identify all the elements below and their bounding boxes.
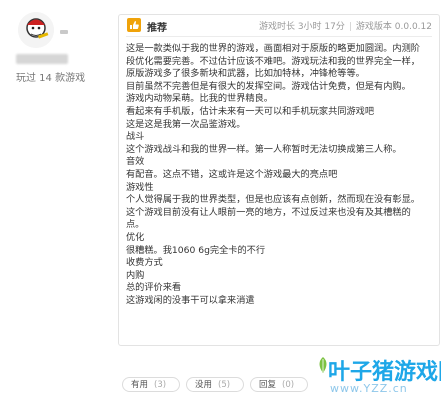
review-line: 目前虽然不完善但是有很大的发挥空间。游戏估计免费，但是有内购。 — [126, 80, 411, 92]
playtime: 游戏时长 3小时 17分 — [258, 22, 345, 32]
recommend-badge: 推荐 — [147, 23, 167, 34]
review-line: 这个游戏战斗和我的世界一样。第一人称暂时无法切换成第三人称。 — [126, 143, 402, 155]
review-line: 音效 — [126, 156, 145, 168]
useless-button[interactable]: 没用 (5) — [186, 377, 244, 392]
reply-count: (0) — [282, 380, 295, 390]
reviewer-panel: 玩过 14 款游戏 — [0, 0, 112, 400]
review-line: 段优化需要完善。不过估计应该不难吧。游戏玩法和我的世界完全一样， — [126, 55, 420, 67]
review-line: 这是一款类似于我的世界的游戏，画面相对于原版的略更加圆润。内测阶 — [126, 43, 420, 54]
useful-label: 有用 — [131, 380, 149, 390]
watermark-url: www.YZZ.cn — [330, 382, 408, 395]
review-line: 点。 — [126, 219, 145, 231]
reply-button[interactable]: 回复 (0) — [250, 377, 308, 392]
username-redacted — [16, 54, 68, 64]
review-line: 战斗 — [126, 131, 145, 143]
review-line: 总的评价来看 — [126, 282, 182, 294]
review-meta: 游戏时长 3小时 17分 | 游戏版本 0.0.0.12 — [259, 19, 432, 32]
site-watermark: 叶子猪游戏网 www.YZZ.cn — [316, 354, 441, 398]
games-played-count: 玩过 14 款游戏 — [16, 73, 86, 84]
avatar-image-icon — [18, 12, 54, 48]
review-line: 这个游戏目前没有让人眼前一亮的地方，不过反过来也没有及其槽糕的 — [126, 206, 411, 218]
reply-label: 回复 — [259, 380, 277, 390]
meta-separator: | — [348, 22, 352, 32]
avatar[interactable] — [18, 12, 54, 48]
review-body: 这是一款类似于我的世界的游戏，画面相对于原版的略更加圆润。内测阶 段优化需要完善。… — [126, 43, 426, 307]
useless-count: (5) — [218, 380, 231, 390]
review-line: 个人觉得属于我的世界类型，但是也应该有点创新，然而现在没有彰显。 — [126, 194, 420, 206]
review-card: 推荐 游戏时长 3小时 17分 | 游戏版本 0.0.0.12 这是一款类似于我的世… — [118, 14, 440, 346]
review-line: 有配音。这点不错，这或许是这个游戏最大的亮点吧 — [126, 168, 338, 180]
username-redacted-mark — [60, 30, 68, 34]
useful-count: (3) — [154, 380, 167, 390]
useful-button[interactable]: 有用 (3) — [122, 377, 180, 392]
review-line: 原版游戏多了很多新块和武器，比如加特林，冲锋枪等等。 — [126, 68, 365, 80]
review-line: 很糟糕。我1060 6g完全卡的不行 — [126, 244, 266, 256]
game-version: 游戏版本 0.0.0.12 — [355, 22, 432, 32]
thumbs-up-icon — [127, 18, 141, 32]
review-line: 看起来有手机版，估计未来有一天可以和手机玩家共同游戏吧 — [126, 105, 375, 117]
review-line: 这是这是我第一次品鉴游戏。 — [126, 118, 246, 130]
review-line: 内购 — [126, 269, 145, 281]
review-line: 游戏性 — [126, 181, 154, 193]
review-line: 这游戏闲的没事干可以拿来消遣 — [126, 294, 255, 306]
review-line: 收费方式 — [126, 257, 163, 269]
useless-label: 没用 — [195, 380, 213, 390]
review-header: 推荐 游戏时长 3小时 17分 | 游戏版本 0.0.0.12 — [126, 15, 432, 37]
review-line: 优化 — [126, 231, 145, 243]
review-line: 游戏内动物呆萌。比我的世界精良。 — [126, 93, 273, 105]
